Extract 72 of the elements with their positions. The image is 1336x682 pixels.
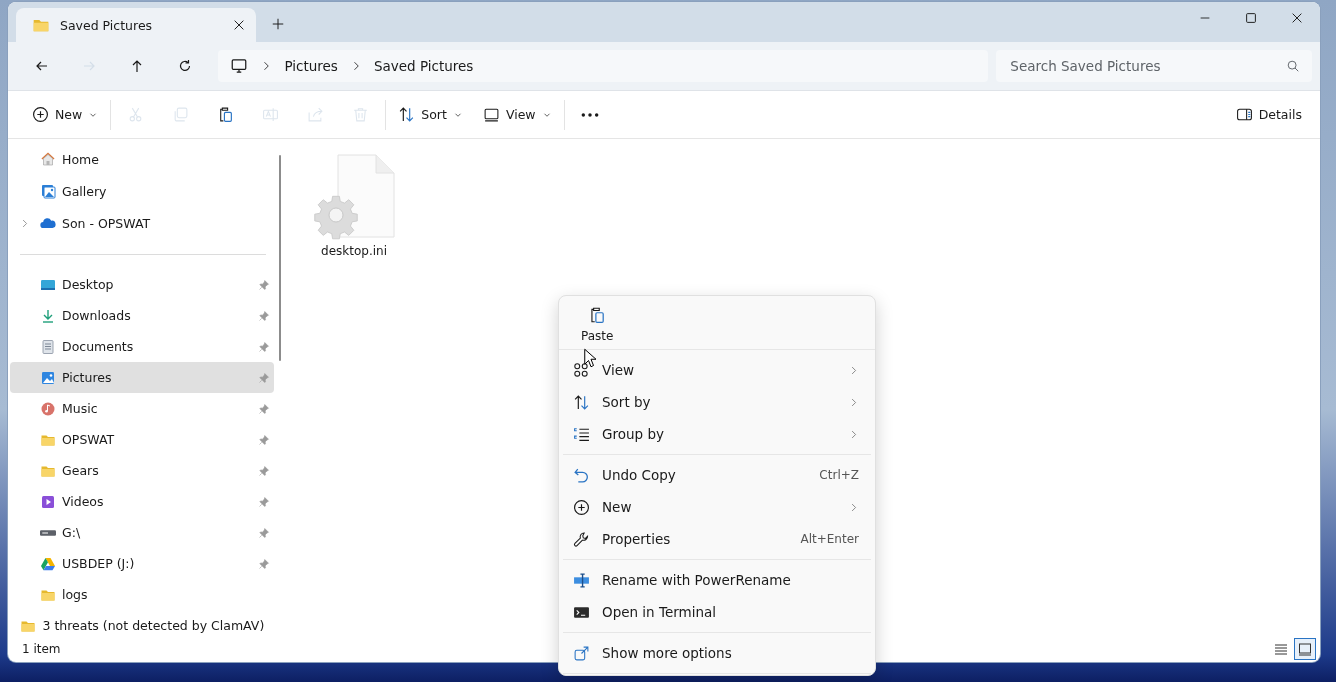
cloud-icon	[40, 215, 56, 231]
sidebar-item[interactable]: OPSWAT	[10, 424, 274, 455]
picture-icon	[40, 369, 56, 386]
search-box[interactable]: Search Saved Pictures	[996, 50, 1312, 82]
sidebar-item[interactable]: G:\	[10, 517, 274, 548]
item-count: 1 item	[22, 642, 61, 656]
tab-title: Saved Pictures	[60, 17, 154, 33]
sidebar-item[interactable]: Gallery	[10, 175, 274, 207]
breadcrumb-item[interactable]: Pictures	[284, 58, 338, 74]
file-item[interactable]: desktop.ini	[304, 153, 404, 258]
view-button[interactable]: View	[472, 97, 562, 132]
music-note-icon	[40, 400, 56, 417]
search-field[interactable]: Search Saved Pictures	[1008, 57, 1286, 75]
tab-close-button[interactable]	[232, 18, 246, 32]
sidebar-item[interactable]: USBDEP (J:)	[10, 548, 274, 579]
plus-icon	[271, 17, 285, 31]
shortcut-text: Alt+Enter	[800, 532, 859, 546]
list-icon	[573, 425, 590, 443]
menu-item[interactable]: Properties Alt+Enter	[563, 523, 871, 555]
monitor-icon	[230, 57, 249, 75]
sidebar-item[interactable]: Pictures	[10, 362, 274, 393]
maximize-icon	[1244, 11, 1258, 25]
sidebar-item[interactable]: Son - OPSWAT	[10, 207, 274, 239]
menu-item[interactable]: View	[563, 354, 871, 386]
menu-item[interactable]: Show more options	[563, 637, 871, 669]
download-arrow-icon	[40, 307, 56, 324]
paste-button[interactable]: Paste	[575, 298, 620, 349]
tiles-view-icon	[1297, 641, 1313, 657]
clipboard-icon	[588, 306, 607, 324]
browser-tab[interactable]: Saved Pictures	[16, 8, 256, 42]
settings-file-icon	[312, 153, 396, 241]
menu-item[interactable]: Rename with PowerRename	[563, 564, 871, 596]
file-name: desktop.ini	[321, 244, 387, 258]
panel-icon	[1235, 106, 1253, 123]
rename-icon	[573, 571, 590, 589]
sort-button[interactable]: Sort	[388, 97, 473, 132]
search-icon	[1286, 59, 1300, 73]
menu-item[interactable]: Undo Copy Ctrl+Z	[563, 459, 871, 491]
sidebar-item[interactable]: Gears	[10, 455, 274, 486]
shortcut-text: Ctrl+Z	[819, 468, 859, 482]
plus-circle-icon	[573, 498, 590, 516]
drive-icon	[40, 529, 56, 536]
sidebar-item[interactable]: Home	[10, 143, 274, 175]
grid-icon	[573, 361, 590, 379]
sidebar-item[interactable]: 3 threats (not detected by ClamAV)	[10, 610, 274, 641]
menu-item[interactable]: Sort by	[563, 386, 871, 418]
triangle-logo-icon	[40, 555, 56, 572]
list-view-icon	[1273, 641, 1289, 657]
breadcrumb-item[interactable]: Saved Pictures	[373, 58, 474, 74]
sidebar-item[interactable]: Desktop	[10, 269, 274, 300]
sidebar-item[interactable]: logs	[10, 579, 274, 610]
close-icon	[232, 18, 246, 32]
tiles-view-button[interactable]	[1294, 638, 1316, 660]
sidebar-item[interactable]: Videos	[10, 486, 274, 517]
document-icon	[40, 338, 56, 355]
address-bar[interactable]: Pictures Saved Pictures	[218, 50, 989, 82]
picture-icon	[40, 183, 56, 199]
menu-item[interactable]: New	[563, 491, 871, 523]
close-icon	[1290, 11, 1304, 25]
undo-icon	[573, 466, 590, 484]
video-icon	[40, 493, 56, 510]
new-button[interactable]: New	[22, 97, 109, 132]
sidebar-item[interactable]: Music	[10, 393, 274, 424]
sort-arrows-icon	[573, 393, 590, 411]
sidebar-item[interactable]: Downloads	[10, 300, 274, 331]
sidebar-item[interactable]: Documents	[10, 331, 274, 362]
house-icon	[40, 151, 56, 167]
wrench-icon	[573, 530, 590, 548]
menu-item[interactable]: Group by	[563, 418, 871, 450]
menu-item[interactable]: Open in Terminal	[563, 596, 871, 628]
expand-icon	[573, 644, 590, 662]
details-button[interactable]: Details	[1227, 97, 1310, 132]
